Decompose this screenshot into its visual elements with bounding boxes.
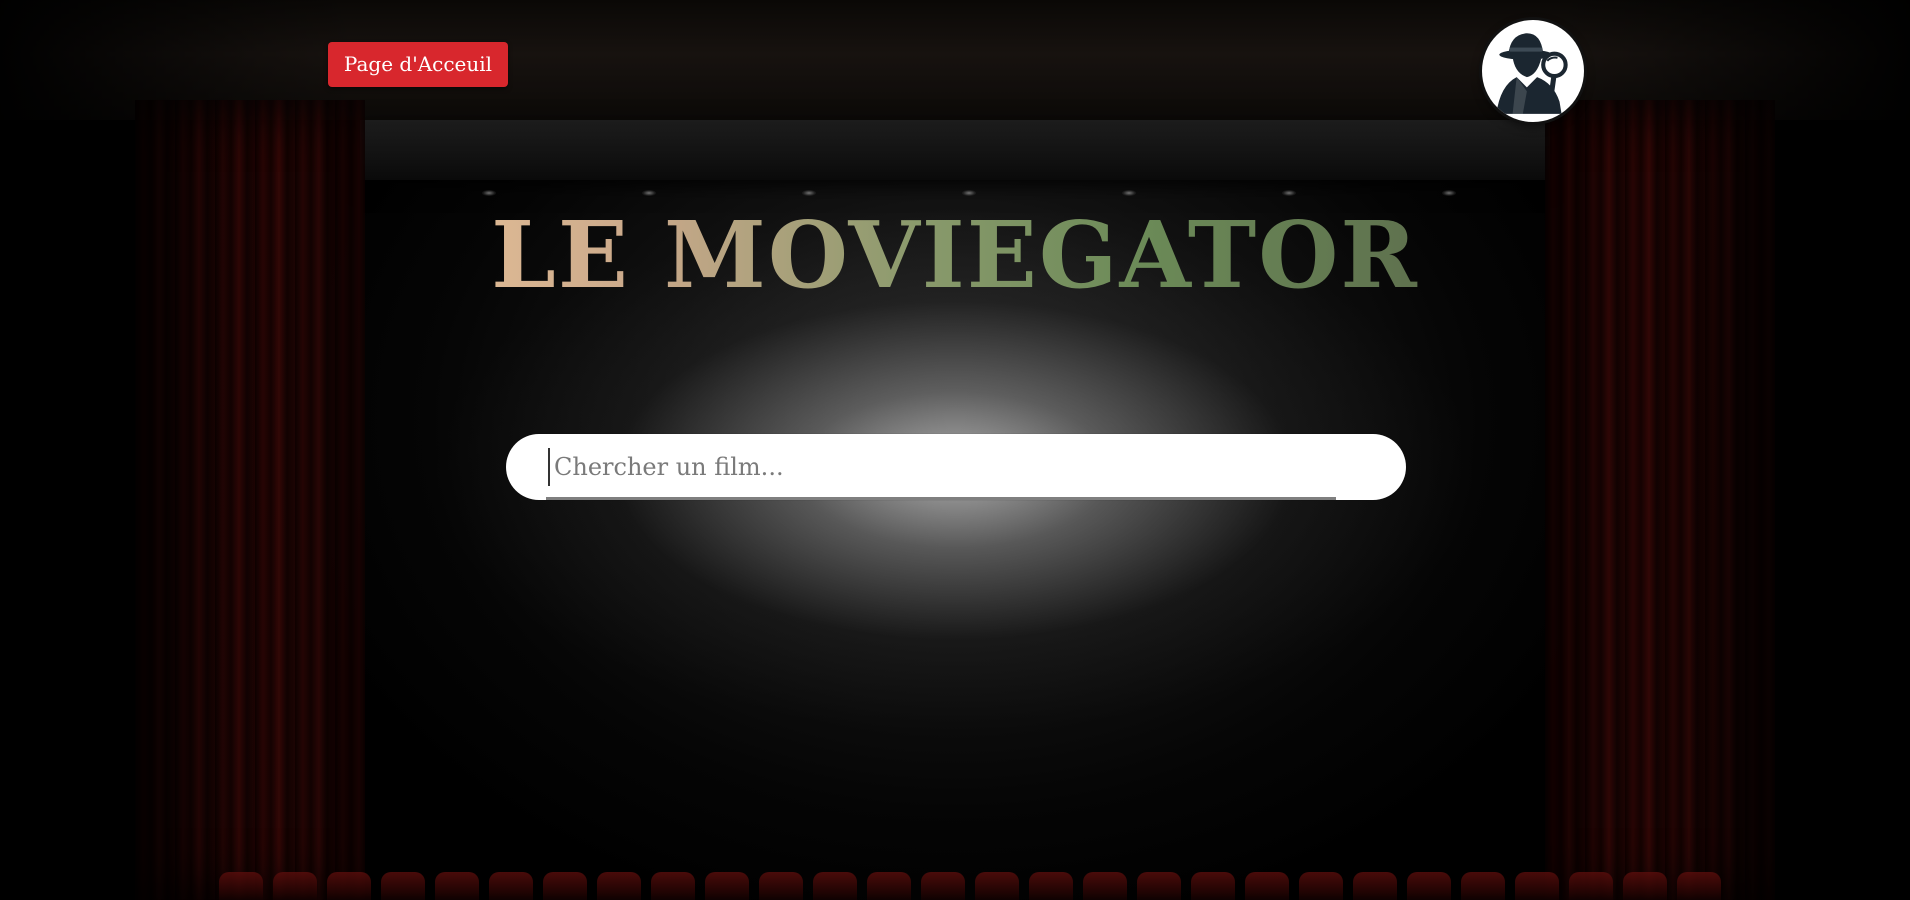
spotlight xyxy=(482,190,496,196)
spotlight xyxy=(1282,190,1296,196)
seat xyxy=(1191,872,1235,900)
seat xyxy=(1461,872,1505,900)
search-underline xyxy=(546,497,1336,500)
seat xyxy=(1353,872,1397,900)
seat xyxy=(381,872,425,900)
detective-magnifier-icon[interactable] xyxy=(1482,20,1584,122)
seat xyxy=(1245,872,1289,900)
theater-stage: Page d'Acceuil LE MOVIEGATOR xyxy=(0,0,1910,900)
seat xyxy=(1299,872,1343,900)
seat xyxy=(597,872,641,900)
seat xyxy=(813,872,857,900)
page-title: LE MOVIEGATOR xyxy=(0,200,1910,310)
search-bar xyxy=(506,434,1406,500)
seat xyxy=(1569,872,1613,900)
seat xyxy=(543,872,587,900)
seat xyxy=(435,872,479,900)
seat xyxy=(1677,872,1721,900)
seat xyxy=(705,872,749,900)
seat xyxy=(327,872,371,900)
seat xyxy=(867,872,911,900)
seat xyxy=(1407,872,1451,900)
seat xyxy=(1515,872,1559,900)
spotlight xyxy=(642,190,656,196)
theater-seats xyxy=(200,872,1740,900)
spotlight xyxy=(1122,190,1136,196)
seat xyxy=(489,872,533,900)
seat xyxy=(975,872,1019,900)
seat xyxy=(651,872,695,900)
search-input[interactable] xyxy=(548,448,1338,486)
seat xyxy=(1029,872,1073,900)
seat xyxy=(759,872,803,900)
seat xyxy=(219,872,263,900)
home-button[interactable]: Page d'Acceuil xyxy=(328,42,508,87)
spotlight xyxy=(962,190,976,196)
seat xyxy=(273,872,317,900)
spotlight xyxy=(802,190,816,196)
spotlight xyxy=(1442,190,1456,196)
seat xyxy=(1137,872,1181,900)
seat xyxy=(921,872,965,900)
seat xyxy=(1083,872,1127,900)
seat xyxy=(1623,872,1667,900)
stage-pelmet xyxy=(360,120,1550,180)
